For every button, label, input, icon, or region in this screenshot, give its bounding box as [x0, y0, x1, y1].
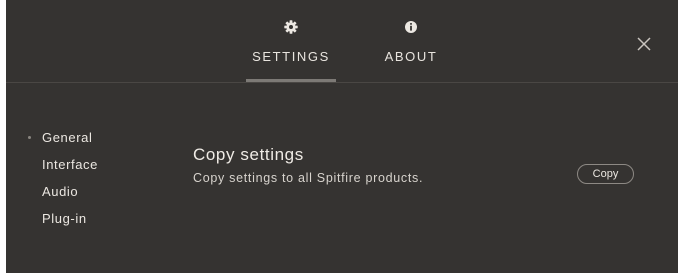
- info-icon: [405, 21, 417, 33]
- tab-bar: SETTINGS ABOUT: [6, 0, 678, 83]
- section-description: Copy settings to all Spitfire products.: [193, 171, 424, 185]
- settings-window: SETTINGS ABOUT General Interface Audio P…: [6, 0, 678, 273]
- sidebar-item-audio[interactable]: Audio: [42, 184, 78, 199]
- active-tab-indicator: [246, 79, 336, 82]
- copy-button[interactable]: Copy: [577, 164, 634, 184]
- selected-bullet-icon: [28, 136, 31, 139]
- sidebar-item-general[interactable]: General: [42, 130, 92, 145]
- tab-about[interactable]: ABOUT: [376, 0, 446, 82]
- sidebar-item-interface[interactable]: Interface: [42, 157, 98, 172]
- tab-about-label: ABOUT: [384, 49, 438, 64]
- gear-icon: [284, 20, 298, 34]
- tab-settings[interactable]: SETTINGS: [246, 0, 336, 82]
- close-icon[interactable]: [634, 34, 654, 54]
- section-title: Copy settings: [193, 145, 304, 164]
- tab-settings-label: SETTINGS: [252, 49, 330, 64]
- sidebar-item-plug-in[interactable]: Plug-in: [42, 211, 87, 226]
